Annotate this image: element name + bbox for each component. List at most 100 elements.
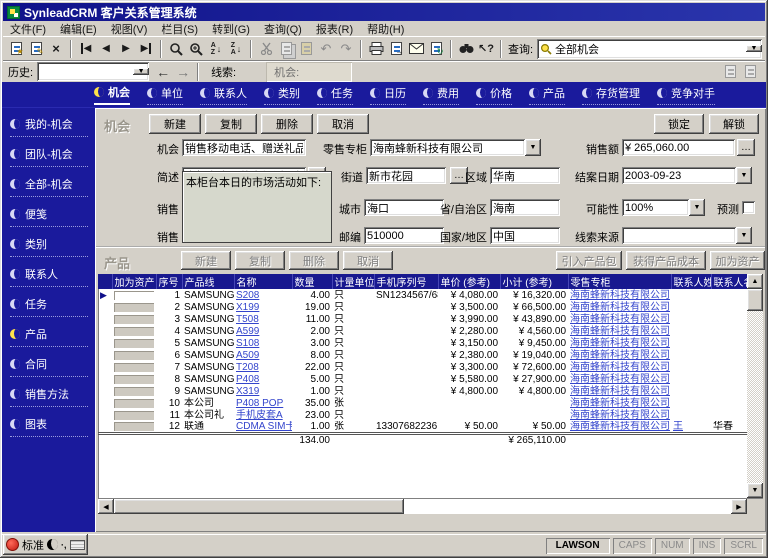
prev-record-icon[interactable]: ◀ [96, 40, 116, 58]
product-row[interactable]: ▶ 1 SAMSUNG S208 4.00 只 SN1234567/68/ ¥ [98, 289, 747, 301]
contact-last-cell[interactable] [671, 313, 711, 325]
sidebar-item[interactable]: 我的-机会 [10, 116, 88, 137]
brief-memo-popup[interactable]: 本柜台本日的市场活动如下: [182, 171, 332, 243]
redo-icon[interactable]: ↷ [336, 40, 356, 58]
counter-cell[interactable]: 海南蜂新科技有限公司 [568, 337, 671, 349]
product-row[interactable]: 8 SAMSUNG P408 5.00 只 ¥ 5,580.00 ¥ 27,90… [98, 373, 747, 385]
menu-item[interactable]: 报表(R) [309, 20, 360, 38]
contact-last-cell[interactable] [671, 373, 711, 385]
lock-button[interactable]: 锁定 [654, 114, 704, 134]
product-name-link[interactable]: 手机皮套A [236, 410, 283, 421]
detail-cancel-button[interactable]: 取消 [317, 114, 369, 134]
contact-last-cell[interactable] [671, 325, 711, 337]
asset-cell[interactable] [112, 361, 156, 373]
sidebar-item[interactable]: 类别 [10, 236, 88, 257]
counter-link[interactable]: 海南蜂新科技有限公司 [570, 338, 670, 349]
sidebar-item[interactable]: 产品 [10, 326, 88, 347]
counter-cell[interactable]: 海南蜂新科技有限公司 [568, 385, 671, 397]
counter-link[interactable]: 海南蜂新科技有限公司 [570, 421, 670, 432]
contact-last-cell[interactable]: 王 [671, 421, 711, 434]
lead-source-combobox[interactable]: ▼ [622, 227, 752, 244]
module-tab[interactable]: 单位 [147, 85, 183, 105]
cut-icon[interactable] [256, 40, 276, 58]
counter-cell[interactable]: 海南蜂新科技有限公司 [568, 397, 671, 409]
contact-last-cell[interactable] [671, 397, 711, 409]
forward-icon[interactable]: → [173, 63, 193, 81]
counter-cell[interactable]: 海南蜂新科技有限公司 [568, 373, 671, 385]
contact-last-cell[interactable] [671, 301, 711, 313]
opportunity-name-field[interactable] [182, 139, 306, 156]
asset-checkbox[interactable] [114, 387, 154, 396]
query-dropdown-arrow[interactable]: ▼ [746, 45, 762, 52]
product-name-cell[interactable]: S208 [234, 289, 292, 301]
first-record-icon[interactable]: ◀ [76, 40, 96, 58]
product-name-cell[interactable]: X199 [234, 301, 292, 313]
contact-last-cell[interactable] [671, 385, 711, 397]
scroll-right-icon[interactable]: ▶ [731, 499, 747, 514]
grid-header-cell[interactable]: 计量单位 [332, 274, 374, 289]
product-name-link[interactable]: T508 [236, 314, 259, 325]
asset-checkbox[interactable] [114, 399, 154, 408]
history-dropdown-arrow[interactable]: ▼ [133, 68, 149, 75]
grid-header-cell[interactable]: 序号 [156, 274, 182, 289]
close-date-field[interactable]: ▼ [622, 167, 752, 184]
ime-fullwidth-icon[interactable] [47, 539, 58, 550]
asset-cell[interactable] [112, 373, 156, 385]
product-name-cell[interactable]: T508 [234, 313, 292, 325]
module-tab[interactable]: 产品 [529, 85, 565, 105]
module-tab[interactable]: 类别 [264, 85, 300, 105]
horizontal-scrollbar[interactable]: ◀ ▶ [98, 498, 747, 514]
asset-checkbox[interactable] [114, 363, 154, 372]
report-icon[interactable] [720, 63, 740, 81]
ime-logo-icon[interactable] [6, 538, 19, 551]
sidebar-item[interactable]: 销售方法 [10, 386, 88, 407]
product-name-cell[interactable]: X319 [234, 385, 292, 397]
product-name-cell[interactable]: A509 [234, 349, 292, 361]
grid-header-cell[interactable]: 零售专柜 [568, 274, 671, 289]
asset-checkbox[interactable] [114, 375, 154, 384]
product-name-cell[interactable]: T208 [234, 361, 292, 373]
paste-icon[interactable] [296, 40, 316, 58]
product-row[interactable]: 11 本公司礼 手机皮套A 23.00 只 海南蜂新科技有限公司 [98, 409, 747, 421]
product-row[interactable]: 2 SAMSUNG X199 19.00 只 ¥ 3,500.00 ¥ 66,5… [98, 301, 747, 313]
counter-link[interactable]: 海南蜂新科技有限公司 [570, 326, 670, 337]
contact-last-cell[interactable] [671, 409, 711, 421]
counter-cell[interactable]: 海南蜂新科技有限公司 [568, 349, 671, 361]
add-as-asset-button[interactable]: 加为资产 [710, 251, 765, 270]
product-name-link[interactable]: T208 [236, 362, 259, 373]
get-product-cost-button[interactable]: 获得产品成本 [626, 251, 706, 270]
find-icon[interactable] [456, 40, 476, 58]
scroll-down-icon[interactable]: ▼ [747, 483, 763, 498]
contact-last-cell[interactable] [671, 349, 711, 361]
probability-combobox[interactable]: ▼ [622, 199, 705, 216]
product-row[interactable]: 5 SAMSUNG S108 3.00 只 ¥ 3,150.00 ¥ 9,450… [98, 337, 747, 349]
counter-link[interactable]: 海南蜂新科技有限公司 [570, 410, 670, 421]
report-alt-icon[interactable] [740, 63, 760, 81]
product-row[interactable]: 4 SAMSUNG A599 2.00 只 ¥ 2,280.00 ¥ 4,560… [98, 325, 747, 337]
sidebar-item[interactable]: 团队-机会 [10, 146, 88, 167]
context-help-icon[interactable]: ↖? [476, 40, 496, 58]
menu-item[interactable]: 查询(Q) [257, 20, 309, 38]
close-date-dropdown-arrow[interactable]: ▼ [736, 167, 752, 184]
asset-checkbox[interactable] [114, 327, 154, 336]
search-icon[interactable] [166, 40, 186, 58]
product-name-link[interactable]: P408 POP [236, 398, 283, 409]
unlock-button[interactable]: 解锁 [709, 114, 759, 134]
asset-cell[interactable] [112, 337, 156, 349]
ime-punctuation-icon[interactable]: ·, [61, 540, 67, 550]
asset-checkbox[interactable] [114, 339, 154, 348]
product-name-cell[interactable]: A599 [234, 325, 292, 337]
grid-header-cell[interactable]: 小计 (参考) [500, 274, 568, 289]
module-tab[interactable]: 竞争对手 [657, 85, 715, 105]
sidebar-item[interactable]: 图表 [10, 416, 88, 437]
product-copy-button[interactable]: 复制 [235, 251, 285, 270]
product-name-link[interactable]: S108 [236, 338, 259, 349]
ime-keyboard-icon[interactable] [70, 540, 85, 550]
product-delete-button[interactable]: 删除 [289, 251, 339, 270]
asset-checkbox[interactable] [114, 291, 154, 300]
forecast-checkbox[interactable] [742, 201, 755, 214]
ime-mode-label[interactable]: 标准 [22, 537, 44, 553]
asset-cell[interactable] [112, 349, 156, 361]
scroll-left-icon[interactable]: ◀ [98, 499, 114, 514]
counter-link[interactable]: 海南蜂新科技有限公司 [570, 350, 670, 361]
